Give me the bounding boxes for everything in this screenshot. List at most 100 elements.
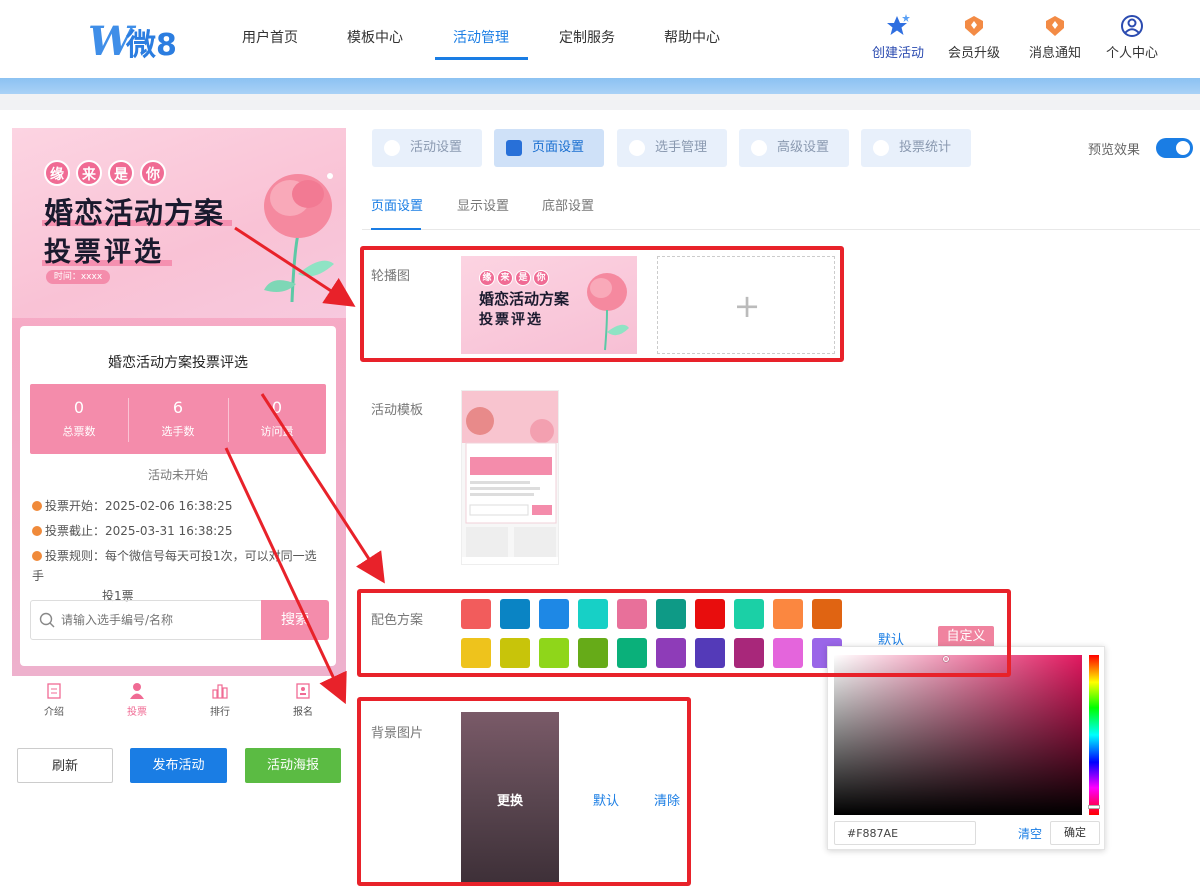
tab-label: 页面设置	[532, 140, 585, 155]
search-input[interactable]	[61, 601, 261, 639]
person-icon	[629, 140, 645, 156]
stat-contestants: 6 选手数	[129, 398, 227, 439]
banner-circle-char: 缘	[44, 160, 70, 186]
color-clear-button[interactable]: 清空	[1018, 825, 1042, 842]
tab-label: 选手管理	[655, 140, 708, 155]
person-icon	[130, 683, 144, 699]
nav-item-home[interactable]: 用户首页	[242, 27, 298, 47]
tab-label: 投票	[127, 707, 147, 718]
tab-label: 排行	[210, 707, 230, 718]
activity-poster-button[interactable]: 活动海报	[245, 748, 341, 783]
badge-icon	[965, 16, 983, 36]
create-activity-label: 创建活动	[871, 46, 924, 61]
info-text: 投票截止：2025-03-31 16:38:25	[45, 524, 233, 538]
tab-label: 介绍	[44, 707, 64, 718]
banner-circle-char: 是	[108, 160, 134, 186]
tab-vote-statistics[interactable]: 投票统计	[861, 129, 971, 167]
hue-slider[interactable]	[1089, 655, 1099, 815]
create-activity-button[interactable]: 创建活动	[870, 14, 926, 61]
stat-label: 访问量	[260, 425, 294, 438]
highlight-box-color-scheme	[357, 589, 1011, 677]
contestant-search: 搜索	[30, 600, 329, 640]
highlight-box-carousel	[360, 246, 844, 362]
subtab-active-indicator	[371, 228, 421, 230]
heart-icon	[384, 140, 400, 156]
template-preview-graphic	[462, 391, 558, 564]
tab-ranking[interactable]: 排行	[190, 682, 250, 718]
ranking-icon	[212, 684, 228, 699]
star-icon	[887, 14, 910, 35]
mobile-preview: 缘 来 是 你 婚恋活动方案 投票评选 时间：xxxx 婚恋活动方案投票评选 0…	[12, 128, 346, 676]
color-confirm-button[interactable]: 确定	[1050, 821, 1100, 845]
badge-icon	[1046, 16, 1064, 36]
info-text: 投票规则：每个微信号每天可投1次，可以对同一选手	[32, 549, 317, 583]
stat-total-votes: 0 总票数	[30, 398, 128, 439]
subtab-page-settings[interactable]: 页面设置	[371, 195, 423, 214]
banner-circle-char: 来	[76, 160, 102, 186]
nav-active-indicator	[435, 57, 528, 60]
stat-label: 总票数	[62, 425, 96, 438]
banner-title-line2: 投票评选	[44, 237, 164, 268]
user-icon	[1121, 15, 1143, 37]
subtab-footer-settings[interactable]: 底部设置	[542, 195, 594, 214]
nav-item-help[interactable]: 帮助中心	[664, 27, 720, 47]
notifications-button[interactable]: 消息通知	[1027, 14, 1083, 61]
signup-icon	[296, 683, 310, 699]
logo[interactable]: W 微8	[88, 14, 198, 65]
nav-item-custom-service[interactable]: 定制服务	[559, 27, 615, 47]
nav-item-activity-management[interactable]: 活动管理	[453, 27, 509, 47]
top-navbar: W 微8 用户首页 模板中心 活动管理 定制服务 帮助中心 创建活动 会员升级 …	[0, 0, 1200, 78]
vote-rules-info: 投票规则：每个微信号每天可投1次，可以对同一选手 投1票	[32, 546, 328, 606]
saturation-value-area[interactable]	[834, 655, 1082, 815]
banner-circle-char: 你	[140, 160, 166, 186]
info-text: 投票开始：2025-02-06 16:38:25	[45, 499, 233, 513]
page-icon	[506, 140, 522, 156]
tab-label: 高级设置	[777, 140, 830, 155]
member-upgrade-label: 会员升级	[947, 46, 1000, 61]
header-decoration-strip	[0, 78, 1200, 94]
tab-contestant-management[interactable]: 选手管理	[617, 129, 727, 167]
activity-status: 活动未开始	[147, 468, 208, 482]
search-button[interactable]: 搜索	[261, 600, 329, 640]
tab-page-settings[interactable]: 页面设置	[494, 129, 604, 167]
info-dot-icon	[32, 501, 42, 511]
logo-mark: W	[88, 18, 133, 65]
tab-vote[interactable]: 投票	[107, 682, 167, 718]
toggle-knob	[1176, 141, 1190, 155]
stat-value: 6	[172, 398, 184, 417]
profile-button[interactable]: 个人中心	[1104, 14, 1160, 61]
activity-title: 婚恋活动方案投票评选	[108, 355, 248, 371]
info-dot-icon	[32, 526, 42, 536]
profile-label: 个人中心	[1105, 46, 1158, 61]
preview-label: 预览效果	[1088, 143, 1141, 158]
publish-activity-button[interactable]: 发布活动	[130, 748, 227, 783]
vote-end-info: 投票截止：2025-03-31 16:38:25	[32, 521, 328, 541]
banner-title-line1: 婚恋活动方案	[44, 196, 225, 230]
tab-signup[interactable]: 报名	[273, 682, 333, 718]
subtab-display-settings[interactable]: 显示设置	[457, 195, 509, 214]
template-label: 活动模板	[371, 403, 424, 418]
color-hex-input[interactable]	[834, 821, 976, 845]
document-icon	[47, 683, 61, 699]
header-gray-strip	[0, 94, 1200, 110]
banner-time: 时间：xxxx	[46, 270, 110, 284]
vote-start-info: 投票开始：2025-02-06 16:38:25	[32, 496, 328, 516]
tab-advanced-settings[interactable]: 高级设置	[739, 129, 849, 167]
nav-item-templates[interactable]: 模板中心	[347, 27, 403, 47]
refresh-button[interactable]: 刷新	[17, 748, 113, 783]
activity-card: 婚恋活动方案投票评选 0 总票数 6 选手数 0 访问量 活动未开始 投票开始：…	[20, 326, 336, 666]
preview-toggle[interactable]	[1156, 138, 1193, 158]
info-dot-icon	[32, 551, 42, 561]
mobile-tabbar: 介绍 投票 排行 报名	[12, 676, 346, 722]
tab-activity-settings[interactable]: 活动设置	[372, 129, 482, 167]
notifications-label: 消息通知	[1028, 46, 1081, 61]
tab-label: 活动设置	[410, 140, 463, 155]
stats-icon	[873, 140, 889, 156]
member-upgrade-button[interactable]: 会员升级	[946, 14, 1002, 61]
hue-slider-thumb[interactable]	[1088, 805, 1100, 809]
stat-value: 0	[271, 398, 283, 417]
activity-template-thumbnail[interactable]	[461, 390, 559, 565]
tab-intro[interactable]: 介绍	[24, 682, 84, 718]
stat-visits: 0 访问量	[228, 398, 326, 439]
stat-label: 选手数	[161, 425, 195, 438]
